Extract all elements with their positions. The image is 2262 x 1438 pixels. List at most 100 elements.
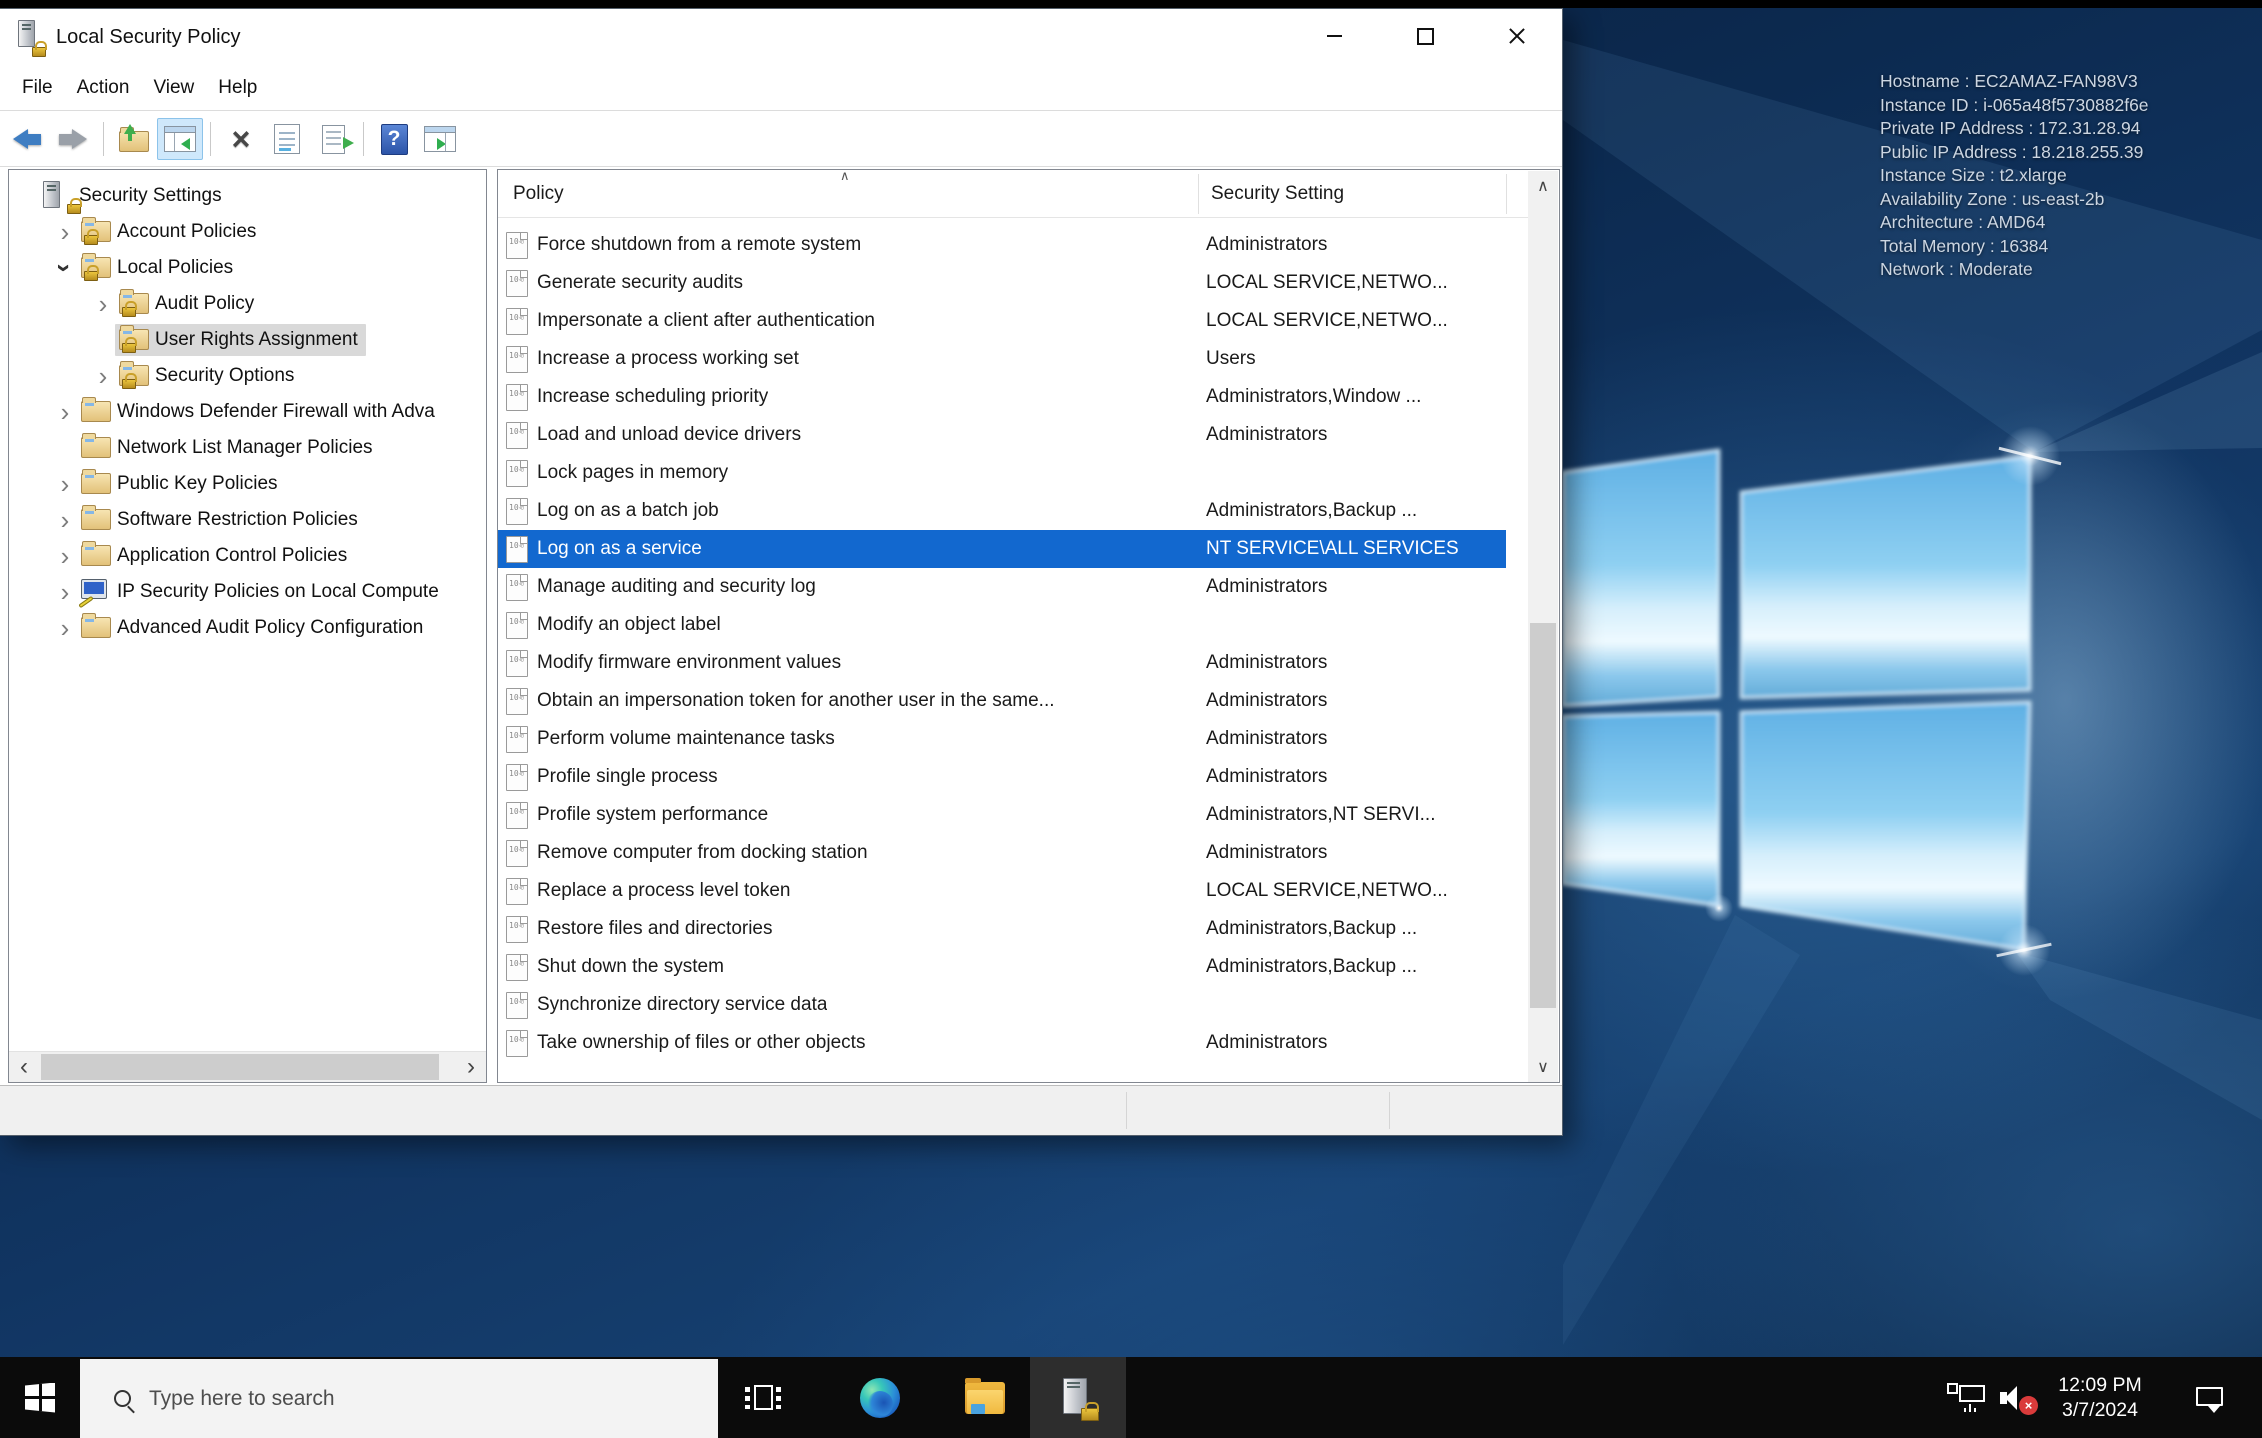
security-setting-value: Administrators,Backup ...	[1206, 956, 1418, 977]
scrollbar-thumb[interactable]	[1530, 623, 1556, 1008]
policy-row[interactable]: Profile single process Administrators	[498, 758, 1506, 796]
policy-row[interactable]: Manage auditing and security log Administ…	[498, 568, 1506, 606]
policy-name: Manage auditing and security log	[537, 576, 816, 597]
security-setting-value: Administrators,Backup ...	[1206, 918, 1418, 939]
policy-row[interactable]: Log on as a batch job Administrators,Back…	[498, 492, 1506, 530]
taskbar-clock[interactable]: 12:09 PM 3/7/2024	[2035, 1357, 2165, 1438]
top-black-strip	[0, 0, 2262, 8]
export-button[interactable]	[111, 118, 157, 160]
tree-item[interactable]: › Public Key Policies	[9, 466, 486, 502]
tree-item-label: Security Options	[155, 365, 295, 386]
chevron-right-icon[interactable]: ›	[91, 363, 115, 389]
file-explorer-button[interactable]	[953, 1357, 1017, 1438]
policy-row[interactable]: Replace a process level token LOCAL SERVI…	[498, 872, 1506, 910]
tree-item[interactable]: › Advanced Audit Policy Configuration	[9, 610, 486, 646]
show-console-tree-button[interactable]	[157, 118, 203, 160]
policy-row[interactable]: Lock pages in memory	[498, 454, 1506, 492]
menu-view[interactable]: View	[141, 65, 206, 110]
scroll-up-icon[interactable]: ∧	[1528, 171, 1558, 201]
scroll-left-icon[interactable]: ‹	[9, 1052, 39, 1082]
tree-item[interactable]: › Security Options	[9, 358, 486, 394]
instance-info-line: Network : Moderate	[1880, 259, 2033, 279]
action-pane-icon	[424, 126, 456, 152]
tree-horizontal-scrollbar[interactable]: ‹ ›	[9, 1051, 486, 1082]
help-button[interactable]	[371, 118, 417, 160]
list-vertical-scrollbar[interactable]: ∧ ∨	[1528, 171, 1558, 1082]
forward-button[interactable]	[50, 118, 96, 160]
policy-row[interactable]: Load and unload device drivers Administra…	[498, 416, 1506, 454]
policy-row[interactable]: Impersonate a client after authenticatio…	[498, 302, 1506, 340]
back-button[interactable]	[4, 118, 50, 160]
chevron-right-icon[interactable]: ›	[53, 471, 77, 497]
tree-item[interactable]: › Local Policies	[9, 250, 486, 286]
close-button[interactable]	[1471, 9, 1562, 63]
scroll-right-icon[interactable]: ›	[456, 1052, 486, 1082]
root-icon	[41, 181, 82, 214]
column-divider[interactable]	[1198, 174, 1199, 214]
policy-row[interactable]: Modify firmware environment values Admini…	[498, 644, 1506, 682]
policy-row[interactable]: Log on as a service NT SERVICE\ALL SERVIC…	[498, 530, 1506, 568]
column-divider[interactable]	[1506, 174, 1507, 214]
tree-item[interactable]: › Audit Policy	[9, 286, 486, 322]
minimize-button[interactable]	[1289, 9, 1380, 63]
help-icon	[380, 123, 408, 155]
chevron-right-icon[interactable]: ›	[53, 579, 77, 605]
chevron-down-icon[interactable]: ›	[50, 256, 80, 280]
tree-item[interactable]: › IP Security Policies on Local Compute	[9, 574, 486, 610]
taskbar-search[interactable]	[80, 1359, 718, 1438]
task-view-button[interactable]	[731, 1357, 795, 1438]
tree-item[interactable]: › Software Restriction Policies	[9, 502, 486, 538]
security-setting-value: Administrators	[1206, 576, 1328, 597]
network-tray-button[interactable]	[1940, 1357, 1992, 1438]
chevron-right-icon[interactable]: ›	[53, 615, 77, 641]
screen: Hostname : EC2AMAZ-FAN98V3 Instance ID : …	[0, 0, 2262, 1438]
delete-button[interactable]: ×	[218, 118, 264, 160]
tree-item[interactable]: › Account Policies	[9, 214, 486, 250]
chevron-right-icon[interactable]: ›	[53, 219, 77, 245]
tree-item[interactable]: › Application Control Policies	[9, 538, 486, 574]
tree-item[interactable]: Security Settings	[9, 178, 486, 214]
properties-button[interactable]	[264, 118, 310, 160]
export-list-button[interactable]	[310, 118, 356, 160]
policy-row[interactable]: Perform volume maintenance tasks Administ…	[498, 720, 1506, 758]
chevron-right-icon[interactable]: ›	[91, 291, 115, 317]
policy-row[interactable]: Take ownership of files or other objects…	[498, 1024, 1506, 1062]
policy-row[interactable]: Remove computer from docking station Admi…	[498, 834, 1506, 872]
titlebar[interactable]: Local Security Policy	[0, 9, 1562, 65]
tree-item[interactable]: User Rights Assignment	[9, 322, 486, 358]
chevron-right-icon[interactable]: ›	[53, 507, 77, 533]
tree-item-label: Account Policies	[117, 221, 257, 242]
policy-row[interactable]: Shut down the system Administrators,Backu…	[498, 948, 1506, 986]
maximize-button[interactable]	[1380, 9, 1471, 63]
policy-row[interactable]: Synchronize directory service data	[498, 986, 1506, 1024]
menu-help[interactable]: Help	[206, 65, 269, 110]
policy-row[interactable]: Profile system performance Administrators…	[498, 796, 1506, 834]
policy-row[interactable]: Obtain an impersonation token for anothe…	[498, 682, 1506, 720]
policy-document-icon	[506, 801, 528, 829]
scrollbar-thumb[interactable]	[41, 1054, 439, 1080]
policy-row[interactable]: Increase a process working set Users	[498, 340, 1506, 378]
chevron-right-icon[interactable]: ›	[53, 399, 77, 425]
chevron-right-icon[interactable]: ›	[53, 543, 77, 569]
security-setting-value: Administrators	[1206, 1032, 1328, 1053]
column-header-policy[interactable]: Policy	[513, 170, 564, 218]
local-security-policy-taskbar-button[interactable]	[1030, 1357, 1126, 1438]
security-setting-value: Administrators	[1206, 234, 1328, 255]
scroll-down-icon[interactable]: ∨	[1528, 1052, 1558, 1082]
policy-row[interactable]: Increase scheduling priority Administrato…	[498, 378, 1506, 416]
tree-item[interactable]: Network List Manager Policies	[9, 430, 486, 466]
show-action-pane-button[interactable]	[417, 118, 463, 160]
policy-row[interactable]: Force shutdown from a remote system Admin…	[498, 226, 1506, 264]
start-button[interactable]	[0, 1357, 80, 1438]
tree-item[interactable]: › Windows Defender Firewall with Adva	[9, 394, 486, 430]
action-center-button[interactable]	[2182, 1357, 2238, 1438]
menu-action[interactable]: Action	[65, 65, 142, 110]
security-setting-value: Administrators	[1206, 652, 1328, 673]
policy-row[interactable]: Modify an object label	[498, 606, 1506, 644]
column-header-security-setting[interactable]: Security Setting	[1211, 170, 1344, 218]
menu-file[interactable]: File	[10, 65, 65, 110]
policy-row[interactable]: Restore files and directories Administrat…	[498, 910, 1506, 948]
search-input[interactable]	[147, 1385, 567, 1412]
edge-button[interactable]	[848, 1357, 912, 1438]
policy-row[interactable]: Generate security audits LOCAL SERVICE,NE…	[498, 264, 1506, 302]
